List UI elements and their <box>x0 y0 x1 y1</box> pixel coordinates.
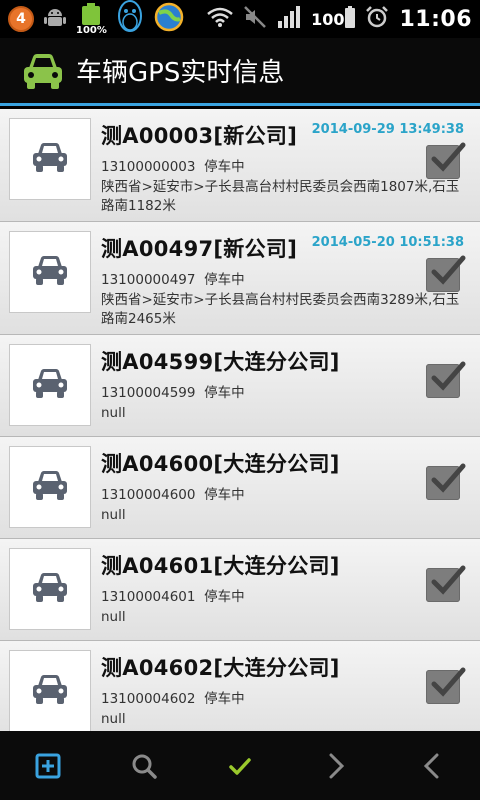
mute-icon <box>243 5 267 33</box>
plate-number: 测A04599[大连分公司] <box>101 350 340 374</box>
vehicle-thumbnail <box>9 446 91 528</box>
vehicle-thumbnail <box>9 231 91 313</box>
select-checkbox[interactable] <box>426 361 466 398</box>
plate-number: 测A04601[大连分公司] <box>101 554 340 578</box>
phone-number: 13100000003 <box>101 159 196 175</box>
address: null <box>101 711 126 727</box>
browser-globe-icon <box>153 1 185 37</box>
alarm-icon <box>365 5 389 33</box>
car-icon <box>30 140 70 178</box>
timestamp: 2014-09-29 13:49:38 <box>311 122 464 137</box>
chevron-right-icon <box>329 753 345 778</box>
check-icon <box>431 361 466 391</box>
select-checkbox[interactable] <box>426 667 466 704</box>
notification-badge-icon: 4 <box>8 6 34 32</box>
plate-number: 测A00003[新公司] <box>101 124 298 148</box>
select-checkbox[interactable] <box>426 255 466 292</box>
check-icon <box>431 142 466 172</box>
phone-number: 13100000497 <box>101 272 196 288</box>
app-bar: 车辆GPS实时信息 <box>0 38 480 106</box>
car-icon <box>30 253 70 291</box>
list-item[interactable]: 测A04602[大连分公司] 13100004602 停车中 null <box>0 641 480 731</box>
vehicle-status: 停车中 <box>204 159 245 175</box>
vehicle-list: 测A00003[新公司] 2014-09-29 13:49:38 1310000… <box>0 109 480 731</box>
battery-charging-icon: 100% <box>76 2 107 36</box>
address: null <box>101 609 126 625</box>
phone-number: 13100004602 <box>101 691 196 707</box>
vehicle-meta: 13100004602 停车中 <box>101 687 245 707</box>
phone-number: 13100004600 <box>101 487 196 503</box>
vehicle-meta: 13100000003 停车中 <box>101 155 245 175</box>
list-item[interactable]: 测A04600[大连分公司] 13100004600 停车中 null <box>0 437 480 539</box>
signal-icon <box>277 6 301 32</box>
vehicle-meta: 13100004601 停车中 <box>101 585 245 605</box>
timestamp: 2014-05-20 10:51:38 <box>311 235 464 250</box>
list-item[interactable]: 测A00497[新公司] 2014-05-20 10:51:38 1310000… <box>0 222 480 335</box>
phone-number: 13100004599 <box>101 385 196 401</box>
next-button[interactable] <box>306 736 366 796</box>
address: null <box>101 405 126 421</box>
add-button[interactable] <box>18 736 78 796</box>
list-item[interactable]: 测A00003[新公司] 2014-09-29 13:49:38 1310000… <box>0 109 480 222</box>
search-icon <box>132 754 157 779</box>
list-item[interactable]: 测A04599[大连分公司] 13100004599 停车中 null <box>0 335 480 437</box>
battery-small-label: 100% <box>76 24 107 36</box>
confirm-button[interactable] <box>210 736 270 796</box>
check-icon <box>431 565 466 595</box>
wifi-icon <box>207 7 233 31</box>
vehicle-meta: 13100004599 停车中 <box>101 381 245 401</box>
plate-number: 测A04600[大连分公司] <box>101 452 340 476</box>
car-icon <box>30 570 70 608</box>
vehicle-status: 停车中 <box>204 589 245 605</box>
select-checkbox[interactable] <box>426 463 466 500</box>
clock: 11:06 <box>399 6 472 32</box>
car-icon <box>20 48 66 94</box>
car-icon <box>30 672 70 710</box>
plate-number: 测A00497[新公司] <box>101 237 298 261</box>
list-item[interactable]: 测A04601[大连分公司] 13100004601 停车中 null <box>0 539 480 641</box>
page-title: 车辆GPS实时信息 <box>76 58 285 88</box>
address: null <box>101 507 126 523</box>
check-icon <box>431 667 466 697</box>
address: 陕西省>延安市>子长县高台村村民委员会西南1807米,石玉路南1182米 <box>101 179 460 214</box>
car-icon <box>30 366 70 404</box>
vehicle-thumbnail <box>9 118 91 200</box>
back-button[interactable] <box>402 736 462 796</box>
address: 陕西省>延安市>子长县高台村村民委员会西南3289米,石玉路南2465米 <box>101 292 460 327</box>
vehicle-meta: 13100004600 停车中 <box>101 483 245 503</box>
check-icon <box>431 255 466 285</box>
battery-level-label: 100 <box>311 9 345 29</box>
bottom-toolbar <box>0 731 480 800</box>
select-checkbox[interactable] <box>426 565 466 602</box>
plate-number: 测A04602[大连分公司] <box>101 656 340 680</box>
vehicle-status: 停车中 <box>204 487 245 503</box>
search-button[interactable] <box>114 736 174 796</box>
vehicle-thumbnail <box>9 650 91 731</box>
chevron-left-icon <box>423 753 439 778</box>
vehicle-status: 停车中 <box>204 691 245 707</box>
android-icon <box>42 4 68 34</box>
status-bar: 4 100% 100 11:06 <box>0 0 480 38</box>
add-icon <box>35 753 61 778</box>
vehicle-status: 停车中 <box>204 385 245 401</box>
check-icon <box>431 463 466 493</box>
qq-penguin-icon <box>115 0 145 38</box>
vehicle-thumbnail <box>9 548 91 630</box>
phone-number: 13100004601 <box>101 589 196 605</box>
vehicle-thumbnail <box>9 344 91 426</box>
car-icon <box>30 468 70 506</box>
select-checkbox[interactable] <box>426 142 466 179</box>
battery-icon <box>345 6 356 32</box>
check-icon <box>229 757 251 775</box>
vehicle-meta: 13100000497 停车中 <box>101 268 245 288</box>
vehicle-status: 停车中 <box>204 272 245 288</box>
